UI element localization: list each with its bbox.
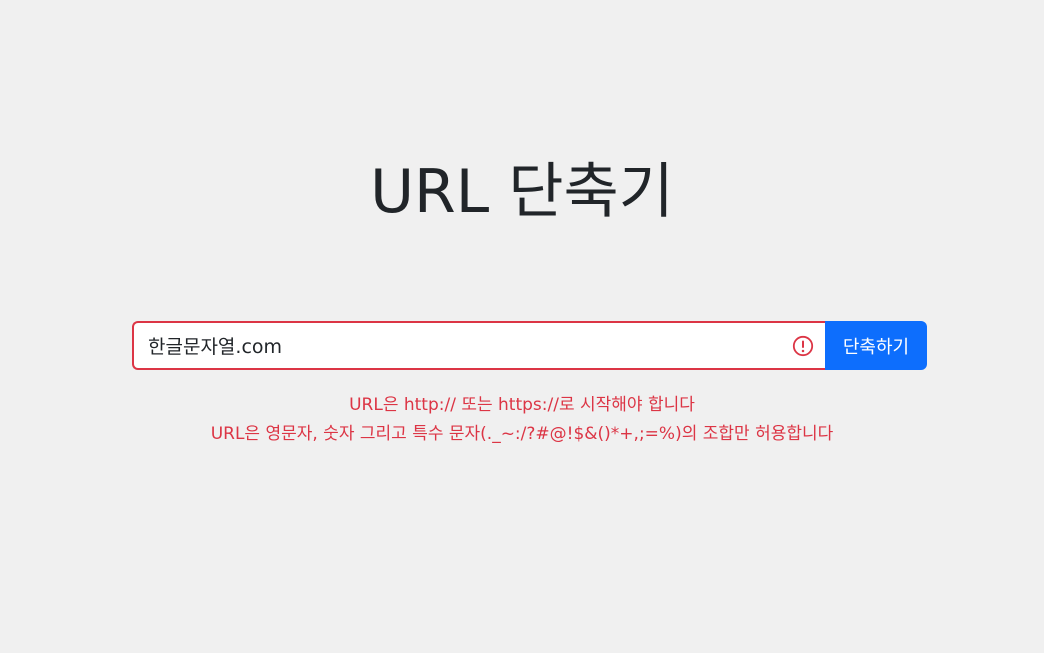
url-input-wrapper [132, 321, 825, 370]
url-input[interactable] [134, 323, 825, 368]
page: URL 단축기 단축하기 URL은 http:// 또는 https://로 시… [0, 0, 1044, 653]
error-message: URL은 영문자, 숫자 그리고 특수 문자(._~:/?#@!$&()*+,;… [210, 424, 834, 444]
page-title: URL 단축기 [370, 157, 674, 227]
exclamation-circle-icon [792, 335, 814, 357]
validation-feedback: URL은 http:// 또는 https://로 시작해야 합니다 URL은 … [0, 391, 1044, 449]
shorten-button[interactable]: 단축하기 [825, 321, 927, 370]
shorten-form: 단축하기 [132, 321, 927, 370]
error-message: URL은 http:// 또는 https://로 시작해야 합니다 [349, 395, 695, 415]
